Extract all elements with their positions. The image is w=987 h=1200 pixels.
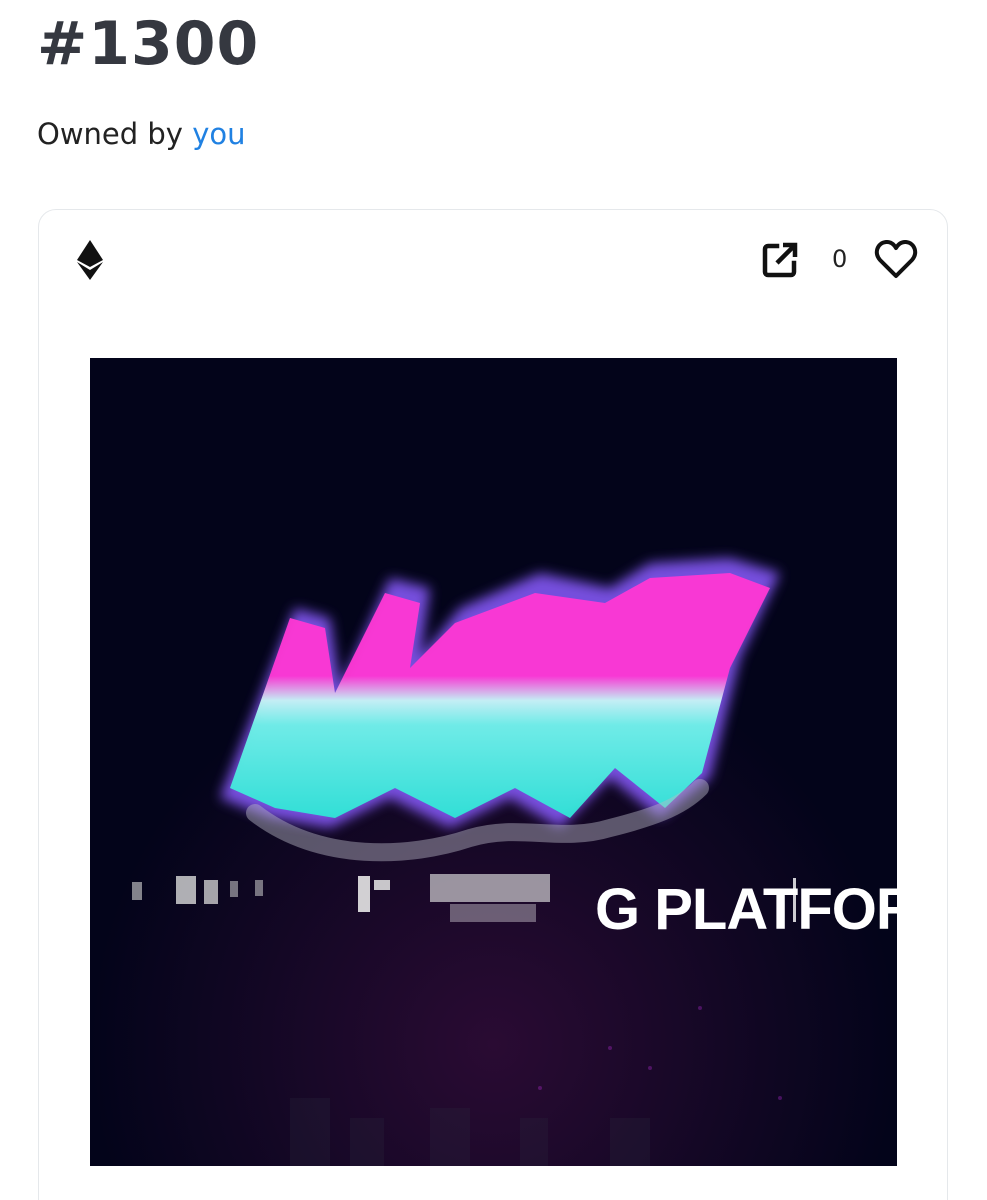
owner-line: Owned by you [37,112,245,156]
like-count: 0 [832,245,848,273]
item-detail-page: #1300 Owned by you 0 G PLATFOR [0,0,987,1200]
ethereum-icon [76,240,104,280]
nft-artwork-image[interactable]: G PLATFOR [90,358,897,1166]
owner-prefix: Owned by [37,117,183,151]
owner-link[interactable]: you [192,117,245,151]
external-link-icon[interactable] [760,240,800,280]
heart-icon[interactable] [874,238,918,280]
item-title: #1300 [37,9,260,79]
artwork-tagline-text: G PLATFOR [595,877,897,942]
